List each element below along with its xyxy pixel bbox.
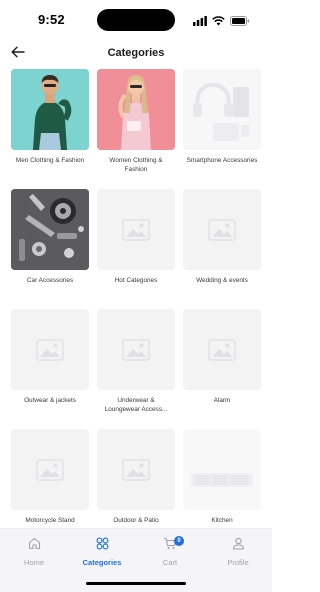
categories-grid-icon (96, 537, 109, 555)
dynamic-island (97, 9, 175, 31)
tab-home-label: Home (23, 558, 44, 567)
car-parts-photo (11, 189, 89, 270)
category-label: Hot Categories (114, 277, 158, 284)
wifi-icon (212, 13, 225, 31)
cart-count-badge: 0 (174, 536, 184, 546)
image-placeholder-icon (36, 458, 64, 481)
category-card-outwear[interactable]: Outwear & jackets (11, 309, 89, 405)
category-label: Motorcycle Stand (25, 517, 75, 524)
category-card-kitchen[interactable]: Kitchen (183, 429, 261, 525)
home-indicator (86, 582, 186, 585)
category-image (11, 189, 89, 270)
category-image (183, 189, 261, 270)
page-title: Categories (107, 47, 165, 59)
category-label: Wedding & events (196, 277, 248, 284)
category-card-smartphone[interactable]: Smartphone Accessories (183, 69, 261, 165)
battery-icon (230, 13, 250, 31)
men-photo (11, 69, 89, 150)
category-label: Smartphone Accessories (186, 157, 258, 164)
category-label: Kitchen (211, 517, 233, 524)
category-card-underwear[interactable]: Underwear & Loungewear Access... (97, 309, 175, 414)
category-image (183, 429, 261, 510)
category-image (183, 69, 261, 150)
tab-home[interactable]: Home (0, 529, 68, 569)
category-image (97, 189, 175, 270)
image-placeholder-icon (122, 458, 150, 481)
category-image (97, 69, 175, 150)
image-placeholder-icon (208, 338, 236, 361)
kitchen-photo (183, 429, 261, 510)
signal-icon (193, 13, 207, 31)
category-card-motorcycle-stand[interactable]: Motorcycle Stand (11, 429, 89, 525)
category-image (97, 309, 175, 390)
image-placeholder-icon (36, 338, 64, 361)
tab-categories[interactable]: Categories (68, 529, 136, 569)
category-label: Outwear & jackets (24, 397, 76, 404)
home-icon (28, 537, 41, 555)
image-placeholder-icon (122, 218, 150, 241)
tab-profile-label: Profile (227, 558, 249, 567)
status-icons (193, 13, 250, 31)
women-photo (97, 69, 175, 150)
category-card-wedding[interactable]: Wedding & events (183, 189, 261, 285)
category-grid: Men Clothing & Fashion Women Clothing & … (11, 69, 261, 525)
category-label: Car Accessories (26, 277, 74, 284)
category-label: Underwear & Loungewear Access... (104, 397, 168, 413)
category-label: Men Clothing & Fashion (15, 157, 85, 164)
category-card-hot[interactable]: Hot Categories (97, 189, 175, 285)
category-card-men[interactable]: Men Clothing & Fashion (11, 69, 89, 165)
status-time: 9:52 (38, 12, 65, 27)
category-image (11, 309, 89, 390)
category-image (97, 429, 175, 510)
tab-categories-label: Categories (82, 558, 122, 567)
status-bar: 9:52 (0, 0, 272, 40)
smartphone-accessories-photo (183, 69, 261, 150)
category-card-outdoor[interactable]: Outdoor & Patio (97, 429, 175, 525)
category-card-women[interactable]: Women Clothing & Fashion (97, 69, 175, 174)
image-placeholder-icon (122, 338, 150, 361)
tab-profile[interactable]: Profile (204, 529, 272, 569)
image-placeholder-icon (208, 218, 236, 241)
category-image (11, 69, 89, 150)
profile-icon (232, 537, 245, 555)
category-label: Women Clothing & Fashion (109, 157, 163, 173)
category-card-alarm[interactable]: Alarm (183, 309, 261, 405)
category-image (11, 429, 89, 510)
category-image (183, 309, 261, 390)
tab-cart[interactable]: 0 Cart (136, 529, 204, 569)
header: Categories (0, 40, 272, 68)
category-label: Outdoor & Patio (113, 517, 159, 524)
category-label: Alarm (213, 397, 231, 404)
category-card-car[interactable]: Car Accessories (11, 189, 89, 285)
tab-cart-label: Cart (162, 558, 178, 567)
